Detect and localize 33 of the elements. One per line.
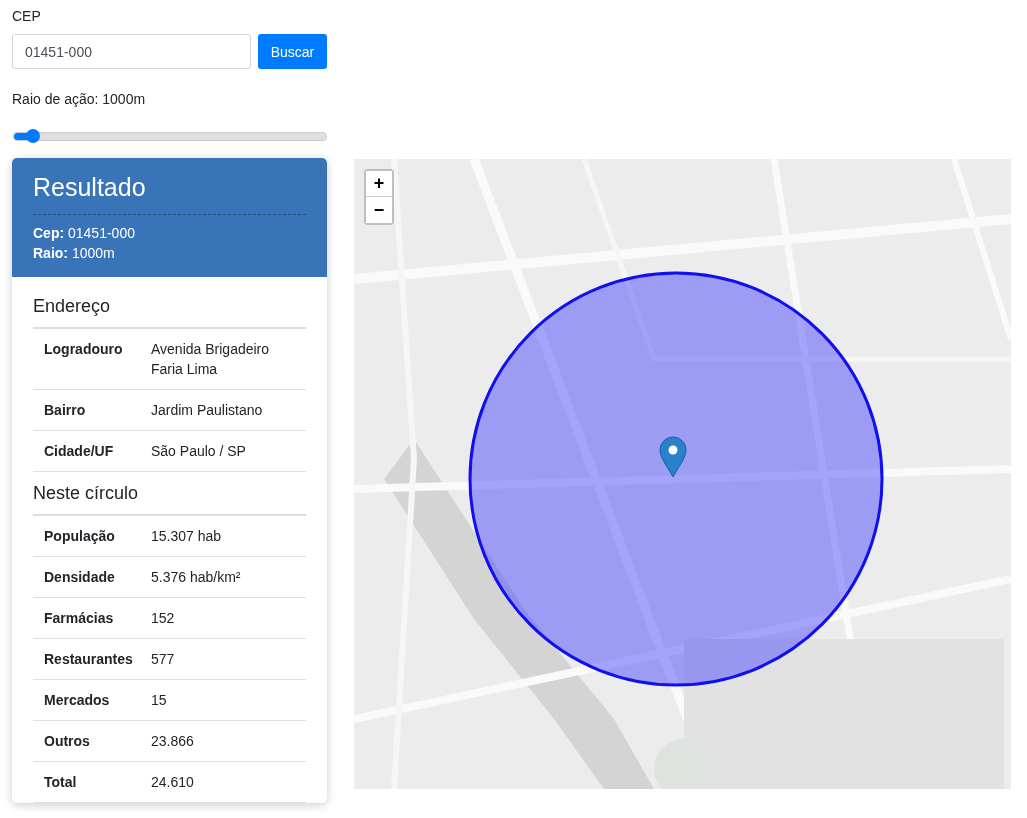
result-info: Raio: 1000m bbox=[33, 244, 116, 263]
row-value: 5.376 hab/km² bbox=[151, 568, 242, 587]
row-value: 152 bbox=[151, 609, 176, 628]
row-label: Mercados bbox=[44, 691, 111, 710]
row-value: São Paulo / SP bbox=[151, 442, 247, 461]
cep-input-field[interactable]: 01451-000 bbox=[12, 34, 251, 69]
row-value: 24.610 bbox=[151, 773, 195, 792]
zoom-in-button[interactable]: + bbox=[366, 171, 392, 197]
row-value: 15.307 hab bbox=[151, 527, 223, 546]
row-label: Restaurantes bbox=[44, 650, 134, 669]
row-value: 577 bbox=[151, 650, 176, 669]
row-label: Cidade/UF bbox=[44, 442, 115, 461]
row-value: Jardim Paulistano bbox=[151, 401, 264, 420]
radius-slider[interactable] bbox=[13, 132, 327, 141]
row-label: Farmácias bbox=[44, 609, 115, 628]
location-pin-icon[interactable] bbox=[659, 436, 687, 478]
search-button[interactable]: Buscar bbox=[258, 34, 327, 69]
row-value: 15 bbox=[151, 691, 168, 710]
row-label: Total bbox=[44, 773, 78, 792]
radius-label: Raio de ação: 1000m bbox=[12, 90, 147, 109]
row-value: 23.866 bbox=[151, 732, 195, 751]
result-title: Resultado bbox=[33, 172, 147, 202]
section-title: Neste círculo bbox=[33, 472, 306, 516]
row-value: Avenida Brigadeiro Faria Lima bbox=[151, 340, 271, 379]
row-label: População bbox=[44, 527, 116, 546]
row-label: Outros bbox=[44, 732, 91, 751]
row-label: Logradouro bbox=[44, 340, 124, 359]
slider-thumb[interactable] bbox=[25, 129, 40, 143]
section-title: Endereço bbox=[33, 285, 306, 329]
field-label: CEP bbox=[12, 7, 42, 26]
result-info: Cep: 01451-000 bbox=[33, 224, 136, 243]
row-label: Bairro bbox=[44, 401, 87, 420]
row-label: Densidade bbox=[44, 568, 116, 587]
